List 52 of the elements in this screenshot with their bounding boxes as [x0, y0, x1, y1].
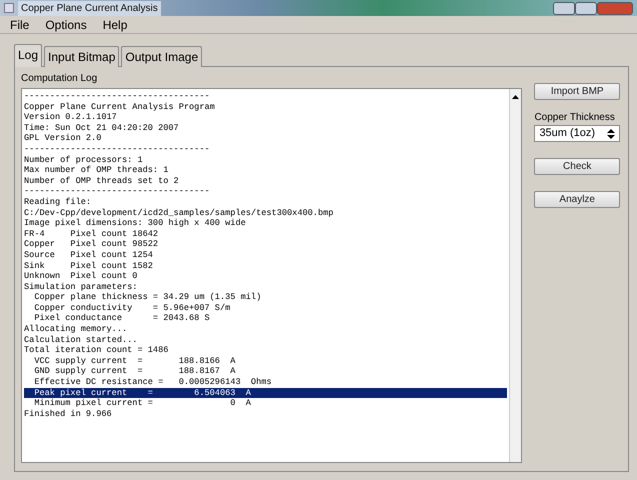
log-line: Simulation parameters:: [24, 282, 138, 292]
log-line: Reading file:: [24, 196, 92, 208]
log-line: Pixel conductance = 2043.68 S: [33, 313, 211, 324]
tab[interactable]: Output Image: [121, 46, 202, 67]
app-icon: [4, 3, 14, 13]
minimize-button[interactable]: [553, 2, 575, 14]
log-line: Copper conductivity = 5.96e+007 S/m: [33, 302, 232, 314]
scroll-up-icon[interactable]: [510, 93, 522, 102]
import-button[interactable]: Import BMP: [534, 83, 620, 100]
maximize-button[interactable]: [575, 2, 597, 14]
log-line: Unknown Pixel count 0: [24, 271, 138, 282]
log-line: Number of processors: 1: [24, 154, 144, 166]
log-line: GND supply current = 188.8167 A: [33, 366, 236, 378]
log-line: FR-4 Pixel count 18642: [24, 228, 160, 240]
log-line: Sink Pixel count 1582: [24, 260, 154, 272]
log-line: Effective DC resistance = 0.0005296143 Ohms: [33, 377, 273, 388]
menu-item[interactable]: Options: [45, 16, 87, 34]
log-line: ------------------------------------: [24, 186, 211, 197]
log-line: Copper Plane Current Analysis Program: [24, 102, 216, 112]
log-line: Max number of OMP threads: 1: [24, 165, 170, 176]
log-line: ------------------------------------: [24, 144, 211, 155]
close-button[interactable]: [597, 2, 633, 14]
log-line: Number of OMP threads set to 2: [24, 176, 180, 186]
tab[interactable]: Input Bitmap: [44, 46, 120, 67]
spinner-icon: [607, 128, 615, 138]
log-line: Minimum pixel current = 0 A: [33, 398, 252, 409]
log-line: GPL Version 2.0: [24, 133, 102, 144]
menu-item[interactable]: File: [10, 16, 30, 34]
analyze-button[interactable]: Anaylze: [534, 191, 620, 208]
scrollbar[interactable]: [509, 89, 522, 462]
log-line: Source Pixel count 1254: [24, 250, 154, 260]
menu-item[interactable]: Help: [102, 16, 128, 34]
group-label: Computation Log: [21, 72, 98, 86]
log-line: Allocating memory...: [24, 324, 128, 335]
select-value: 35um (1oz): [539, 126, 596, 142]
window-title: Copper Plane Current Analysis: [18, 0, 161, 16]
thickness-select[interactable]: 35um (1oz): [534, 125, 620, 142]
tab[interactable]: Log: [14, 44, 42, 67]
log-line: Time: Sun Oct 21 04:20:20 2007: [24, 122, 180, 134]
log-line: VCC supply current = 188.8166 A: [33, 356, 236, 366]
check-button[interactable]: Check: [534, 158, 620, 175]
log-line: Total iteration count = 1486: [24, 345, 170, 356]
log-textbox[interactable]: [21, 88, 522, 463]
log-line: Copper plane thickness = 34.29 um (1.35 mil): [33, 292, 262, 303]
log-line: Image pixel dimensions: 300 high x 400 wide: [24, 218, 247, 229]
log-line: ------------------------------------: [24, 91, 211, 102]
thickness-label: Copper Thickness: [534, 111, 616, 125]
log-line: Copper Pixel count 98522: [24, 239, 160, 250]
log-line: Version 0.2.1.1017: [24, 112, 118, 123]
log-line: C:/Dev-Cpp/development/icd2d_samples/samples/test300x400.bmp: [24, 208, 334, 218]
log-line: Calculation started...: [24, 334, 138, 346]
log-line: Finished in 9.966: [24, 408, 113, 420]
